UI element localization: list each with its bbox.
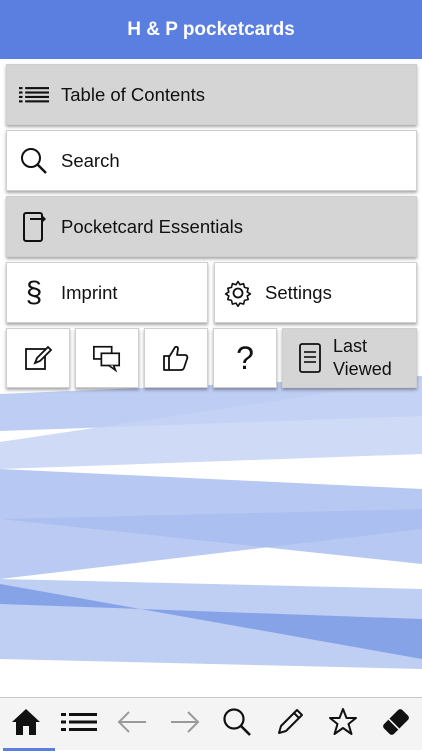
search-label: Search bbox=[61, 149, 120, 171]
last-viewed-line2: Viewed bbox=[333, 359, 392, 379]
tab-search[interactable] bbox=[214, 699, 260, 749]
list-icon bbox=[61, 712, 98, 737]
tab-forward[interactable] bbox=[162, 699, 208, 749]
pocketcard-icon bbox=[19, 211, 49, 242]
list-icon bbox=[19, 80, 49, 110]
search-icon bbox=[222, 707, 252, 742]
section-sign-icon: § bbox=[25, 275, 43, 309]
search-button[interactable]: Search bbox=[6, 130, 417, 191]
tab-home[interactable] bbox=[3, 699, 56, 751]
gear-icon bbox=[223, 278, 253, 308]
settings-button[interactable]: Settings bbox=[214, 262, 417, 323]
feedback-button[interactable] bbox=[75, 328, 139, 388]
home-icon bbox=[11, 708, 41, 741]
tab-contents[interactable] bbox=[56, 699, 102, 749]
help-button[interactable]: ? bbox=[213, 328, 277, 388]
imprint-label: Imprint bbox=[61, 281, 118, 303]
last-viewed-label: Last Viewed bbox=[333, 335, 392, 381]
edit-note-icon bbox=[23, 343, 53, 373]
pocketcard-essentials-button[interactable]: Pocketcard Essentials bbox=[6, 196, 417, 257]
pencil-icon bbox=[275, 707, 305, 742]
tab-erase[interactable] bbox=[373, 699, 419, 749]
chat-bubbles-icon bbox=[92, 343, 122, 373]
notes-button[interactable] bbox=[6, 328, 70, 388]
forward-arrow-icon bbox=[169, 710, 201, 739]
pocketcard-essentials-label: Pocketcard Essentials bbox=[61, 215, 244, 237]
table-of-contents-button[interactable]: Table of Contents bbox=[6, 64, 417, 125]
app-title: H & P pocketcards bbox=[127, 18, 295, 40]
bottom-tab-bar bbox=[0, 697, 422, 751]
last-viewed-button[interactable]: Last Viewed bbox=[282, 328, 417, 388]
imprint-button[interactable]: § Imprint bbox=[6, 262, 208, 323]
document-icon bbox=[295, 343, 325, 373]
rate-app-button[interactable] bbox=[144, 328, 208, 388]
search-icon bbox=[19, 146, 49, 176]
tab-favorites[interactable] bbox=[320, 699, 366, 749]
thumbs-up-icon bbox=[161, 343, 191, 373]
back-arrow-icon bbox=[116, 710, 148, 739]
settings-label: Settings bbox=[265, 281, 332, 303]
star-icon bbox=[328, 707, 358, 742]
app-header: H & P pocketcards bbox=[0, 0, 422, 59]
question-icon: ? bbox=[236, 339, 254, 376]
eraser-icon bbox=[380, 706, 412, 743]
last-viewed-line1: Last bbox=[333, 336, 368, 356]
tab-notes[interactable] bbox=[267, 699, 313, 749]
table-of-contents-label: Table of Contents bbox=[61, 83, 205, 105]
tab-back[interactable] bbox=[109, 699, 155, 749]
